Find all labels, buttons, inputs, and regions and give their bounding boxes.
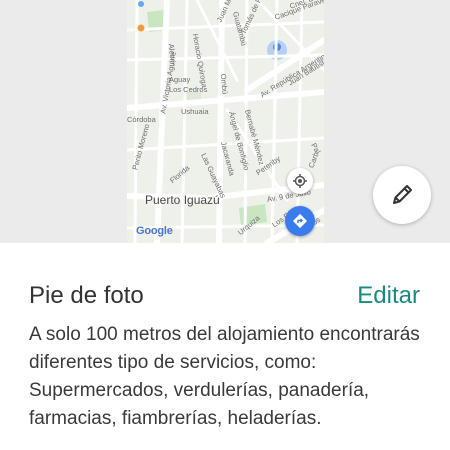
city-label: Puerto Iguazú — [145, 193, 220, 207]
street-label: Los Cedros — [169, 85, 208, 94]
my-location-icon — [293, 174, 307, 188]
edit-photo-button[interactable] — [373, 166, 431, 224]
google-logo: Google — [136, 225, 173, 237]
street-label: Córdoba — [127, 115, 156, 124]
directions-icon — [292, 213, 308, 229]
street-label: Ombú — [218, 73, 230, 95]
edit-caption-link[interactable]: Editar — [357, 282, 420, 310]
caption-text: A solo 100 metros del alojamiento encont… — [29, 324, 420, 429]
map-view[interactable]: Cnel. Bom Cacique Paravera Juan Ma Tomás… — [127, 0, 324, 243]
street-label: Ushuaia — [181, 107, 209, 116]
pencil-icon — [393, 185, 412, 204]
caption-title: Pie de foto — [29, 282, 144, 309]
photo-area: Cnel. Bom Cacique Paravera Juan Ma Tomás… — [0, 0, 450, 243]
google-logo-text: Google — [136, 225, 173, 237]
my-location-button[interactable] — [287, 168, 313, 194]
directions-button[interactable] — [285, 206, 315, 236]
